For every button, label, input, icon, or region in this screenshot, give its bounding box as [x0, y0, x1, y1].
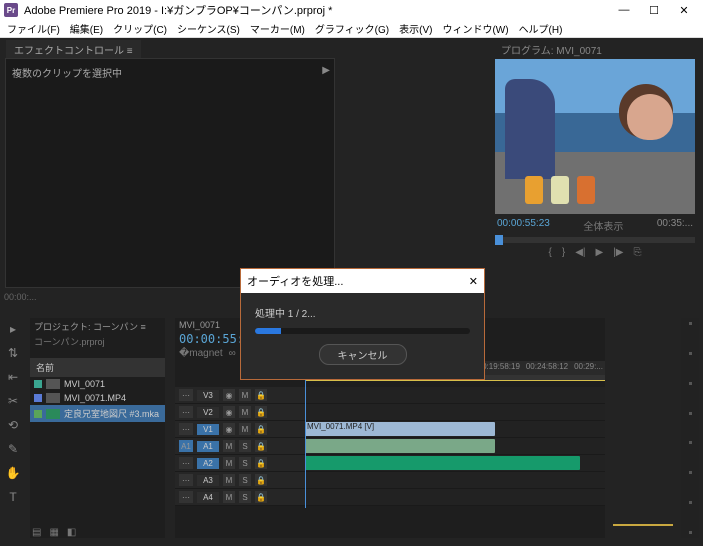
- effect-controls-panel: 複数のクリップを選択中 ▶: [5, 58, 335, 288]
- menu-edit[interactable]: 編集(E): [70, 21, 103, 36]
- audio-processing-dialog: オーディオを処理... ✕ 処理中 1 / 2... キャンセル: [240, 268, 485, 380]
- menu-clip[interactable]: クリップ(C): [113, 21, 167, 36]
- dialog-close-icon[interactable]: ✕: [469, 275, 478, 288]
- playhead-icon[interactable]: [495, 235, 503, 245]
- eye-icon[interactable]: ◉: [223, 389, 235, 401]
- program-fit[interactable]: 全体表示: [583, 218, 623, 233]
- sequence-icon: [46, 379, 60, 389]
- link-icon[interactable]: ∞: [229, 348, 236, 359]
- source-timecode: 00:00:...: [4, 292, 37, 302]
- video-icon: [46, 393, 60, 403]
- cancel-button[interactable]: キャンセル: [319, 344, 407, 365]
- track-v1[interactable]: ⋯V1◉M🔒 MVI_0071.MP4 [V]: [175, 421, 605, 438]
- audio-icon: [46, 409, 60, 419]
- app-logo: Pr: [4, 3, 18, 17]
- bin-item-label: 定良兄室地図尺 #3.mka: [64, 407, 159, 420]
- label-swatch: [34, 394, 42, 402]
- track-a3[interactable]: ⋯A3MS🔒: [175, 472, 605, 489]
- progress-fill: [255, 328, 281, 334]
- snap-icon[interactable]: �magnet: [179, 348, 223, 359]
- project-panel: プロジェクト: コーンパン ≡ コーンパン.prproj 名前 MVI_0071…: [30, 318, 165, 538]
- project-tab[interactable]: プロジェクト: コーンパン ≡: [30, 318, 165, 335]
- ripple-tool[interactable]: ⇤: [8, 370, 18, 384]
- audio-clip-a2[interactable]: [305, 456, 580, 470]
- maximize-button[interactable]: ☐: [639, 4, 669, 17]
- bin-item-label: MVI_0071: [64, 379, 105, 389]
- menu-help[interactable]: ヘルプ(H): [519, 21, 563, 36]
- sequence-tab[interactable]: MVI_0071: [179, 320, 220, 330]
- razor-tool[interactable]: ✂: [8, 394, 18, 408]
- selection-tool[interactable]: ▸: [10, 322, 16, 336]
- bin-item-sequence[interactable]: MVI_0071: [30, 377, 165, 391]
- audio-clip-a1[interactable]: [305, 439, 495, 453]
- workspace: エフェクトコントロール ≡ 複数のクリップを選択中 ▶ プログラム: MVI_0…: [0, 38, 703, 546]
- close-button[interactable]: ✕: [669, 4, 699, 17]
- menu-view[interactable]: 表示(V): [399, 21, 432, 36]
- effect-controls-label: 複数のクリップを選択中: [6, 59, 334, 86]
- bin-item-label: MVI_0071.MP4: [64, 393, 126, 403]
- menu-file[interactable]: ファイル(F): [7, 21, 60, 36]
- menu-window[interactable]: ウィンドウ(W): [442, 21, 508, 36]
- program-monitor: プログラム: MVI_0071 00:00:55:23 全体表示 00:35:.…: [495, 40, 695, 262]
- dialog-status: 処理中 1 / 2...: [255, 305, 470, 320]
- play-button[interactable]: ▶: [595, 247, 603, 258]
- project-footer: ▤ ▦ ◧: [32, 527, 76, 538]
- panel-arrow-icon[interactable]: ▶: [322, 65, 330, 76]
- freeform-view-icon[interactable]: ◧: [67, 527, 76, 538]
- menu-sequence[interactable]: シーケンス(S): [177, 21, 240, 36]
- title-bar: Pr Adobe Premiere Pro 2019 - I:¥ガンプラOP¥コ…: [0, 0, 703, 20]
- program-scrubber[interactable]: [495, 237, 695, 243]
- track-a4[interactable]: ⋯A4MS🔒: [175, 489, 605, 506]
- label-swatch: [34, 410, 42, 418]
- progress-bar: [255, 328, 470, 334]
- icon-view-icon[interactable]: ▦: [49, 527, 58, 538]
- mark-in-button[interactable]: {: [549, 247, 552, 258]
- project-column-name[interactable]: 名前: [30, 358, 165, 377]
- slip-tool[interactable]: ⟲: [8, 418, 18, 432]
- program-viewer[interactable]: [495, 59, 695, 214]
- pen-tool[interactable]: ✎: [8, 442, 18, 456]
- video-clip[interactable]: MVI_0071.MP4 [V]: [305, 422, 495, 436]
- track-a1[interactable]: A1A1MS🔒: [175, 438, 605, 455]
- bin-item-audio[interactable]: 定良兄室地図尺 #3.mka: [30, 405, 165, 422]
- transport-controls: { } ◀| ▶ |▶ ⎘: [495, 243, 695, 262]
- output-indicator: [613, 524, 673, 526]
- step-fwd-button[interactable]: |▶: [613, 247, 623, 258]
- hand-tool[interactable]: ✋: [6, 466, 21, 480]
- program-tab[interactable]: プログラム: MVI_0071: [495, 40, 695, 59]
- track-v2[interactable]: ⋯V2◉M🔒: [175, 404, 605, 421]
- step-back-button[interactable]: ◀|: [575, 247, 585, 258]
- export-frame-button[interactable]: ⎘: [633, 247, 641, 258]
- project-file: コーンパン.prproj: [30, 335, 165, 352]
- tracks: ⋯V3◉M🔒 ⋯V2◉M🔒 ⋯V1◉M🔒 MVI_0071.MP4 [V] A1…: [175, 387, 605, 506]
- mark-out-button[interactable]: }: [562, 247, 565, 258]
- track-v3[interactable]: ⋯V3◉M🔒: [175, 387, 605, 404]
- type-tool[interactable]: T: [9, 490, 16, 504]
- label-swatch: [34, 380, 42, 388]
- dialog-title: オーディオを処理...: [247, 273, 343, 289]
- track-a2[interactable]: ⋯A2MS🔒: [175, 455, 605, 472]
- menu-bar: ファイル(F) 編集(E) クリップ(C) シーケンス(S) マーカー(M) グ…: [0, 20, 703, 38]
- menu-graphic[interactable]: グラフィック(G): [315, 21, 389, 36]
- tool-palette: ▸ ⇅ ⇤ ✂ ⟲ ✎ ✋ T: [4, 318, 22, 504]
- menu-marker[interactable]: マーカー(M): [250, 21, 305, 36]
- track-select-tool[interactable]: ⇅: [8, 346, 18, 360]
- window-title: Adobe Premiere Pro 2019 - I:¥ガンプラOP¥コーンパ…: [24, 2, 609, 18]
- bin-item-video[interactable]: MVI_0071.MP4: [30, 391, 165, 405]
- audio-meter: [681, 318, 699, 538]
- program-timecode[interactable]: 00:00:55:23: [497, 218, 550, 233]
- program-duration: 00:35:...: [657, 218, 693, 233]
- effect-controls-tab[interactable]: エフェクトコントロール ≡: [6, 40, 141, 59]
- minimize-button[interactable]: —: [609, 4, 639, 16]
- track-toggle-icon[interactable]: ⋯: [179, 389, 193, 401]
- list-view-icon[interactable]: ▤: [32, 527, 41, 538]
